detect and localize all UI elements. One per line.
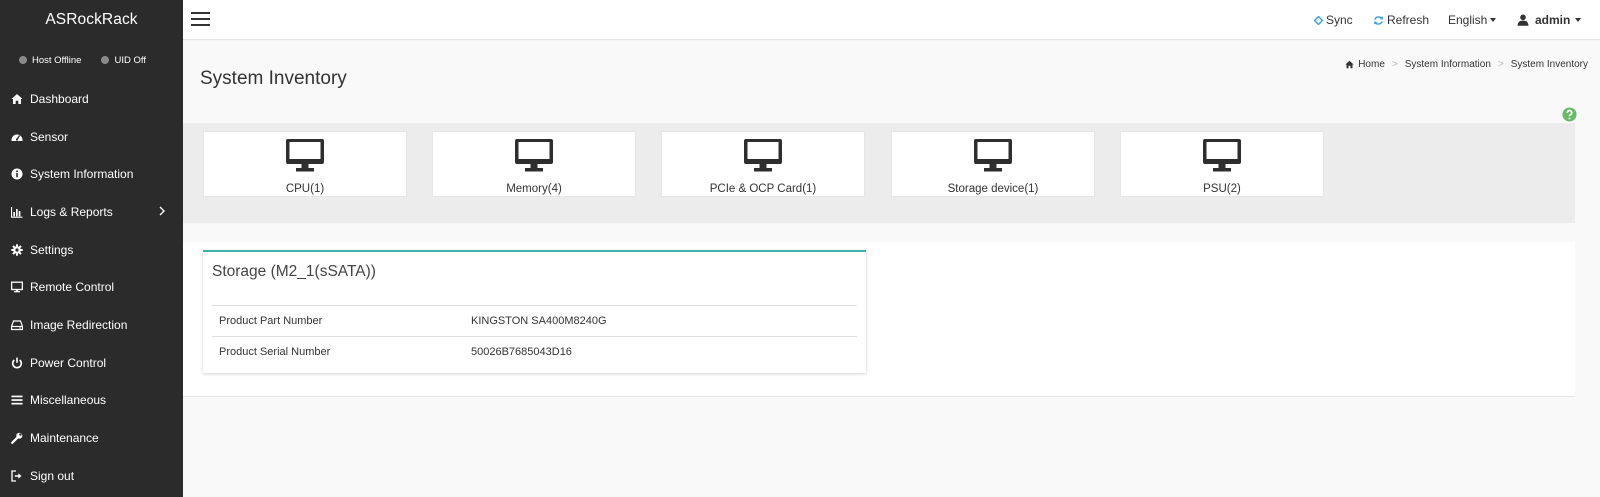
gear-icon bbox=[11, 243, 23, 256]
inventory-panel: CPU(1) Memory(4) PCIe & OCP Card(1) Stor… bbox=[183, 123, 1575, 223]
hamburger-menu-icon[interactable] bbox=[191, 12, 210, 27]
caret-down-icon bbox=[1575, 18, 1582, 22]
uid-status-label: UID Off bbox=[114, 54, 146, 66]
sidebar-item-label: Sign out bbox=[30, 468, 75, 483]
sidebar-item-logs-reports[interactable]: Logs & Reports bbox=[0, 193, 183, 231]
inventory-card-pcie-ocp[interactable]: PCIe & OCP Card(1) bbox=[661, 131, 865, 197]
inventory-card-label: PCIe & OCP Card(1) bbox=[709, 183, 817, 195]
monitor-icon bbox=[974, 139, 1012, 172]
sign-out-icon bbox=[11, 470, 23, 482]
breadcrumb-separator: > bbox=[1391, 59, 1398, 70]
sidebar-item-label: Power Control bbox=[30, 355, 107, 370]
monitor-icon bbox=[515, 139, 553, 172]
breadcrumb-system-information[interactable]: System Information bbox=[1405, 59, 1491, 70]
sidebar-item-settings[interactable]: Settings bbox=[0, 231, 183, 269]
sync-label: Sync bbox=[1326, 13, 1353, 27]
sidebar-item-system-information[interactable]: System Information bbox=[0, 155, 183, 193]
inventory-card-memory[interactable]: Memory(4) bbox=[432, 131, 636, 197]
uid-status: UID Off bbox=[101, 55, 146, 66]
sidebar-item-label: Image Redirection bbox=[30, 317, 128, 332]
breadcrumb-current: System Inventory bbox=[1510, 59, 1588, 70]
storage-detail-card: Storage (M2_1(sSATA)) Product Part Numbe… bbox=[203, 250, 866, 373]
refresh-label: Refresh bbox=[1387, 13, 1430, 27]
sidebar-item-label: Sensor bbox=[30, 129, 69, 144]
user-name: admin bbox=[1535, 13, 1571, 27]
monitor-icon bbox=[1203, 139, 1241, 172]
detail-panel: Storage (M2_1(sSATA)) Product Part Numbe… bbox=[183, 242, 1575, 397]
inventory-card-label: Memory(4) bbox=[506, 183, 562, 195]
sidebar-item-sign-out[interactable]: Sign out bbox=[0, 457, 183, 495]
storage-title: Storage (M2_1(sSATA)) bbox=[212, 263, 376, 280]
sidebar-item-remote-control[interactable]: Remote Control bbox=[0, 268, 183, 306]
breadcrumb-separator: > bbox=[1497, 59, 1504, 70]
gauge-icon bbox=[11, 131, 23, 143]
status-row: Host Offline UID Off bbox=[0, 40, 183, 80]
product-serial-number-label: Product Serial Number bbox=[212, 336, 471, 368]
table-row: Product Serial Number 50026B7685043D16 bbox=[212, 336, 857, 368]
brand-logo: ASRockRack bbox=[45, 11, 138, 28]
sidebar-item-label: Remote Control bbox=[30, 280, 115, 295]
table-row: Product Part Number KINGSTON SA400M8240G bbox=[212, 305, 857, 337]
inventory-card-label: PSU(2) bbox=[1203, 183, 1241, 195]
monitor-icon bbox=[286, 139, 324, 172]
inventory-card-psu[interactable]: PSU(2) bbox=[1120, 131, 1324, 197]
list-icon bbox=[11, 394, 23, 406]
main-content: System Inventory Home > System Informati… bbox=[183, 41, 1600, 497]
chevron-right-icon bbox=[159, 206, 165, 216]
sidebar-item-image-redirection[interactable]: Image Redirection bbox=[0, 306, 183, 344]
language-label: English bbox=[1448, 13, 1488, 27]
sidebar: ASRockRack Host Offline UID Off Dashboar… bbox=[0, 0, 183, 497]
product-part-number-value: KINGSTON SA400M8240G bbox=[471, 305, 857, 337]
info-icon bbox=[11, 168, 23, 180]
refresh-icon bbox=[1374, 15, 1383, 25]
monitor-icon bbox=[744, 139, 782, 172]
sidebar-item-label: Settings bbox=[30, 242, 74, 257]
home-icon bbox=[1345, 60, 1354, 69]
page-title: System Inventory bbox=[200, 68, 347, 89]
sidebar-item-label: Dashboard bbox=[30, 91, 89, 106]
wrench-icon bbox=[11, 432, 23, 444]
sidebar-item-maintenance[interactable]: Maintenance bbox=[0, 419, 183, 457]
sidebar-item-miscellaneous[interactable]: Miscellaneous bbox=[0, 382, 183, 420]
caret-down-icon bbox=[1490, 18, 1497, 22]
sidebar-item-label: Miscellaneous bbox=[30, 393, 107, 408]
breadcrumb: Home > System Information > System Inven… bbox=[1345, 59, 1588, 70]
inventory-card-label: CPU(1) bbox=[285, 183, 325, 195]
breadcrumb-home[interactable]: Home bbox=[1358, 59, 1385, 70]
sidebar-item-label: Maintenance bbox=[30, 431, 99, 446]
product-serial-number-value: 50026B7685043D16 bbox=[471, 336, 857, 368]
host-status-label: Host Offline bbox=[32, 54, 82, 66]
user-icon bbox=[1517, 14, 1529, 26]
host-status: Host Offline bbox=[19, 55, 81, 66]
sidebar-item-label: System Information bbox=[30, 167, 134, 182]
inventory-card-cpu[interactable]: CPU(1) bbox=[203, 131, 407, 197]
inventory-card-label: Storage device(1) bbox=[947, 183, 1039, 195]
monitor-icon bbox=[11, 281, 23, 293]
power-icon bbox=[11, 357, 23, 369]
topbar: Sync Refresh English admin bbox=[183, 0, 1600, 40]
sidebar-item-sensor[interactable]: Sensor bbox=[0, 118, 183, 156]
sidebar-item-dashboard[interactable]: Dashboard bbox=[0, 80, 183, 118]
home-icon bbox=[11, 93, 23, 105]
host-status-dot bbox=[19, 56, 27, 64]
help-icon[interactable] bbox=[1562, 107, 1577, 122]
sidebar-item-label: Logs & Reports bbox=[30, 204, 113, 219]
sidebar-item-power-control[interactable]: Power Control bbox=[0, 344, 183, 382]
sync-icon bbox=[1314, 15, 1323, 25]
bar-chart-icon bbox=[11, 206, 23, 218]
sync-button[interactable]: Sync bbox=[1314, 0, 1353, 40]
user-dropdown[interactable]: admin bbox=[1517, 0, 1582, 40]
drive-icon bbox=[11, 319, 23, 331]
inventory-card-storage[interactable]: Storage device(1) bbox=[891, 131, 1095, 197]
storage-table: Product Part Number KINGSTON SA400M8240G… bbox=[212, 305, 857, 368]
refresh-button[interactable]: Refresh bbox=[1373, 0, 1429, 40]
product-part-number-label: Product Part Number bbox=[212, 305, 471, 337]
language-dropdown[interactable]: English bbox=[1448, 0, 1497, 40]
uid-status-dot bbox=[101, 56, 110, 64]
